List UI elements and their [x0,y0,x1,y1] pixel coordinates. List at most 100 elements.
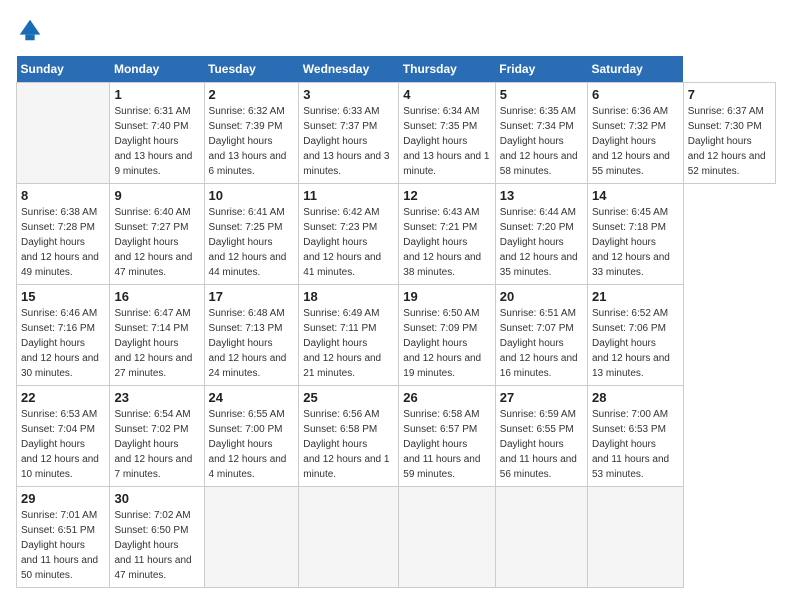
day-number: 24 [209,390,295,405]
page-header [16,16,776,44]
day-info: Sunrise: 6:56 AM Sunset: 6:58 PM Dayligh… [303,407,394,482]
day-info: Sunrise: 6:34 AM Sunset: 7:35 PM Dayligh… [403,104,490,179]
calendar-cell: 8 Sunrise: 6:38 AM Sunset: 7:28 PM Dayli… [17,184,110,285]
day-number: 2 [209,87,295,102]
day-number: 11 [303,188,394,203]
day-number: 12 [403,188,490,203]
week-row-2: 8 Sunrise: 6:38 AM Sunset: 7:28 PM Dayli… [17,184,776,285]
calendar-table: SundayMondayTuesdayWednesdayThursdayFrid… [16,56,776,588]
day-info: Sunrise: 7:01 AM Sunset: 6:51 PM Dayligh… [21,508,105,583]
calendar-cell: 30 Sunrise: 7:02 AM Sunset: 6:50 PM Dayl… [110,487,204,588]
day-number: 27 [500,390,583,405]
calendar-cell: 21 Sunrise: 6:52 AM Sunset: 7:06 PM Dayl… [587,285,683,386]
week-row-3: 15 Sunrise: 6:46 AM Sunset: 7:16 PM Dayl… [17,285,776,386]
col-header-saturday: Saturday [587,56,683,83]
calendar-cell: 17 Sunrise: 6:48 AM Sunset: 7:13 PM Dayl… [204,285,299,386]
calendar-cell: 3 Sunrise: 6:33 AM Sunset: 7:37 PM Dayli… [299,83,399,184]
day-number: 19 [403,289,490,304]
calendar-cell [587,487,683,588]
calendar-cell: 4 Sunrise: 6:34 AM Sunset: 7:35 PM Dayli… [399,83,495,184]
day-info: Sunrise: 6:58 AM Sunset: 6:57 PM Dayligh… [403,407,490,482]
day-number: 3 [303,87,394,102]
calendar-cell: 13 Sunrise: 6:44 AM Sunset: 7:20 PM Dayl… [495,184,587,285]
day-number: 28 [592,390,679,405]
calendar-cell: 25 Sunrise: 6:56 AM Sunset: 6:58 PM Dayl… [299,386,399,487]
col-header-wednesday: Wednesday [299,56,399,83]
calendar-cell: 2 Sunrise: 6:32 AM Sunset: 7:39 PM Dayli… [204,83,299,184]
calendar-cell: 14 Sunrise: 6:45 AM Sunset: 7:18 PM Dayl… [587,184,683,285]
week-row-1: 1 Sunrise: 6:31 AM Sunset: 7:40 PM Dayli… [17,83,776,184]
day-number: 9 [114,188,199,203]
day-number: 25 [303,390,394,405]
day-info: Sunrise: 6:40 AM Sunset: 7:27 PM Dayligh… [114,205,199,280]
header-row: SundayMondayTuesdayWednesdayThursdayFrid… [17,56,776,83]
calendar-cell: 6 Sunrise: 6:36 AM Sunset: 7:32 PM Dayli… [587,83,683,184]
col-header-thursday: Thursday [399,56,495,83]
calendar-cell: 9 Sunrise: 6:40 AM Sunset: 7:27 PM Dayli… [110,184,204,285]
day-number: 29 [21,491,105,506]
calendar-cell [399,487,495,588]
day-number: 30 [114,491,199,506]
day-number: 8 [21,188,105,203]
day-info: Sunrise: 6:43 AM Sunset: 7:21 PM Dayligh… [403,205,490,280]
calendar-cell: 16 Sunrise: 6:47 AM Sunset: 7:14 PM Dayl… [110,285,204,386]
day-number: 17 [209,289,295,304]
calendar-cell: 5 Sunrise: 6:35 AM Sunset: 7:34 PM Dayli… [495,83,587,184]
day-info: Sunrise: 6:55 AM Sunset: 7:00 PM Dayligh… [209,407,295,482]
calendar-cell: 19 Sunrise: 6:50 AM Sunset: 7:09 PM Dayl… [399,285,495,386]
day-number: 7 [688,87,771,102]
day-number: 14 [592,188,679,203]
day-number: 13 [500,188,583,203]
day-info: Sunrise: 6:37 AM Sunset: 7:30 PM Dayligh… [688,104,771,179]
calendar-cell: 22 Sunrise: 6:53 AM Sunset: 7:04 PM Dayl… [17,386,110,487]
week-row-5: 29 Sunrise: 7:01 AM Sunset: 6:51 PM Dayl… [17,487,776,588]
calendar-cell: 24 Sunrise: 6:55 AM Sunset: 7:00 PM Dayl… [204,386,299,487]
day-info: Sunrise: 6:36 AM Sunset: 7:32 PM Dayligh… [592,104,679,179]
week-row-4: 22 Sunrise: 6:53 AM Sunset: 7:04 PM Dayl… [17,386,776,487]
day-info: Sunrise: 6:46 AM Sunset: 7:16 PM Dayligh… [21,306,105,381]
day-info: Sunrise: 7:02 AM Sunset: 6:50 PM Dayligh… [114,508,199,583]
day-info: Sunrise: 6:54 AM Sunset: 7:02 PM Dayligh… [114,407,199,482]
day-number: 23 [114,390,199,405]
day-info: Sunrise: 6:49 AM Sunset: 7:11 PM Dayligh… [303,306,394,381]
day-number: 20 [500,289,583,304]
col-header-friday: Friday [495,56,587,83]
day-number: 16 [114,289,199,304]
day-number: 6 [592,87,679,102]
calendar-cell: 23 Sunrise: 6:54 AM Sunset: 7:02 PM Dayl… [110,386,204,487]
day-info: Sunrise: 6:53 AM Sunset: 7:04 PM Dayligh… [21,407,105,482]
calendar-cell: 12 Sunrise: 6:43 AM Sunset: 7:21 PM Dayl… [399,184,495,285]
calendar-cell: 7 Sunrise: 6:37 AM Sunset: 7:30 PM Dayli… [683,83,775,184]
day-info: Sunrise: 6:38 AM Sunset: 7:28 PM Dayligh… [21,205,105,280]
day-info: Sunrise: 6:33 AM Sunset: 7:37 PM Dayligh… [303,104,394,179]
col-header-monday: Monday [110,56,204,83]
day-number: 15 [21,289,105,304]
day-number: 18 [303,289,394,304]
calendar-cell: 20 Sunrise: 6:51 AM Sunset: 7:07 PM Dayl… [495,285,587,386]
calendar-cell: 29 Sunrise: 7:01 AM Sunset: 6:51 PM Dayl… [17,487,110,588]
day-info: Sunrise: 6:44 AM Sunset: 7:20 PM Dayligh… [500,205,583,280]
calendar-cell: 27 Sunrise: 6:59 AM Sunset: 6:55 PM Dayl… [495,386,587,487]
calendar-cell: 11 Sunrise: 6:42 AM Sunset: 7:23 PM Dayl… [299,184,399,285]
calendar-cell: 18 Sunrise: 6:49 AM Sunset: 7:11 PM Dayl… [299,285,399,386]
day-number: 4 [403,87,490,102]
calendar-cell: 28 Sunrise: 7:00 AM Sunset: 6:53 PM Dayl… [587,386,683,487]
day-info: Sunrise: 6:31 AM Sunset: 7:40 PM Dayligh… [114,104,199,179]
day-info: Sunrise: 6:50 AM Sunset: 7:09 PM Dayligh… [403,306,490,381]
day-number: 22 [21,390,105,405]
day-info: Sunrise: 6:45 AM Sunset: 7:18 PM Dayligh… [592,205,679,280]
day-info: Sunrise: 6:41 AM Sunset: 7:25 PM Dayligh… [209,205,295,280]
day-number: 21 [592,289,679,304]
calendar-cell [495,487,587,588]
col-header-sunday: Sunday [17,56,110,83]
logo-icon [16,16,44,44]
calendar-cell [204,487,299,588]
calendar-cell: 1 Sunrise: 6:31 AM Sunset: 7:40 PM Dayli… [110,83,204,184]
day-info: Sunrise: 6:42 AM Sunset: 7:23 PM Dayligh… [303,205,394,280]
day-info: Sunrise: 6:48 AM Sunset: 7:13 PM Dayligh… [209,306,295,381]
logo [16,16,46,44]
day-info: Sunrise: 6:51 AM Sunset: 7:07 PM Dayligh… [500,306,583,381]
calendar-cell: 10 Sunrise: 6:41 AM Sunset: 7:25 PM Dayl… [204,184,299,285]
day-info: Sunrise: 6:59 AM Sunset: 6:55 PM Dayligh… [500,407,583,482]
calendar-cell: 15 Sunrise: 6:46 AM Sunset: 7:16 PM Dayl… [17,285,110,386]
